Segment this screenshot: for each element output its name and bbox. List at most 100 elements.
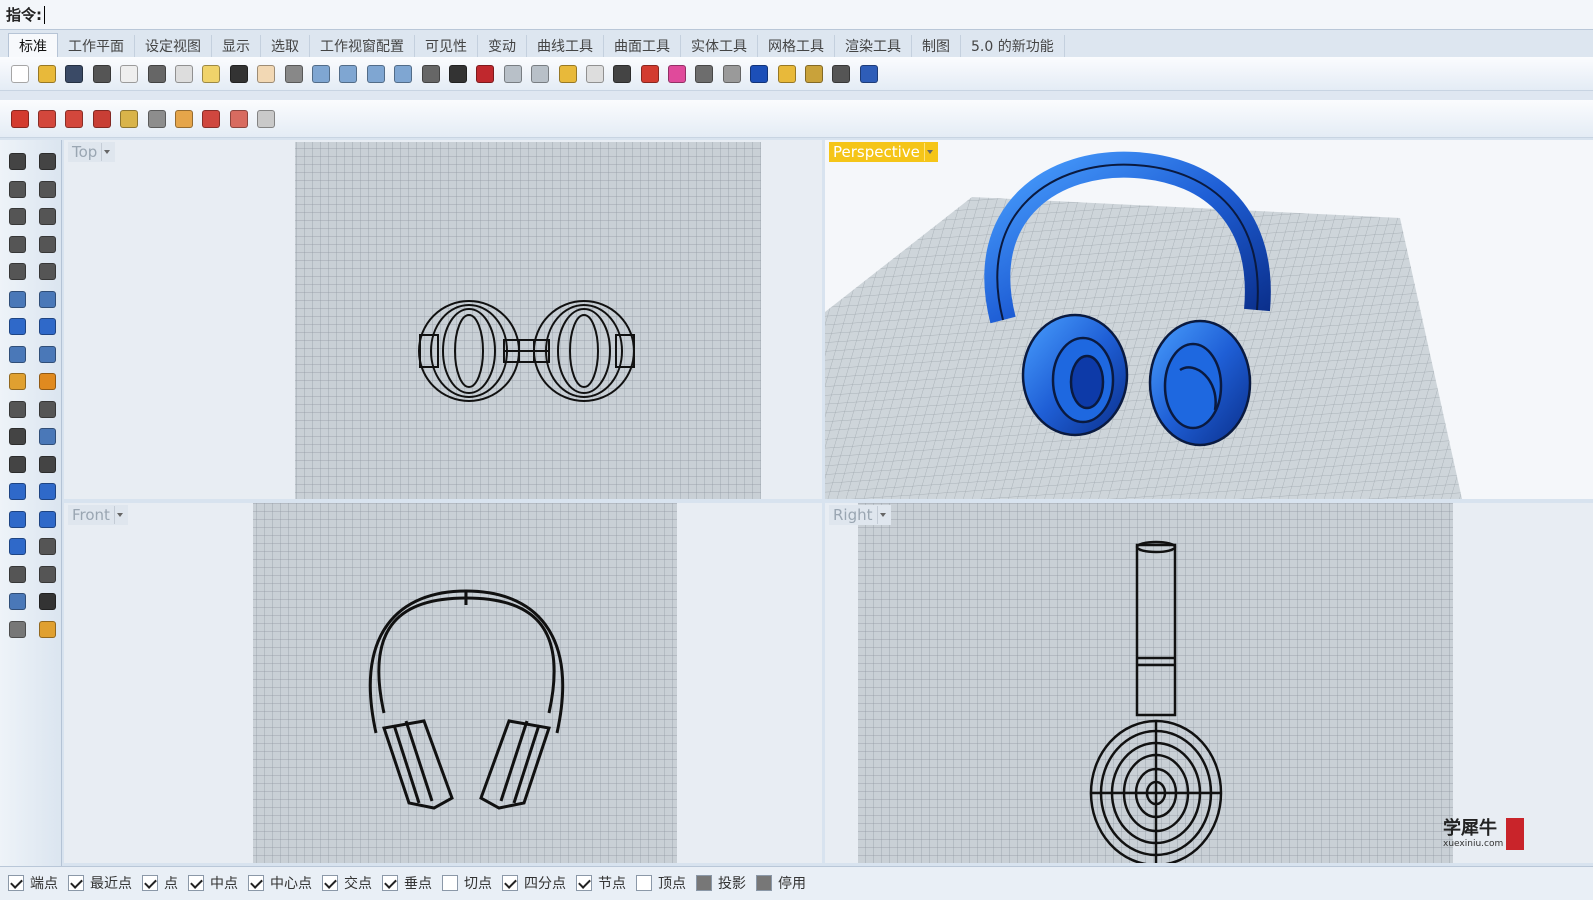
cylinder-icon[interactable]: [3, 341, 31, 369]
tab-11[interactable]: 网格工具: [758, 35, 835, 57]
viewport-layout-icon[interactable]: [444, 61, 471, 87]
snap-checkbox[interactable]: [322, 875, 338, 891]
viewport-title-right[interactable]: Right: [829, 505, 891, 525]
render-tool-icon[interactable]: [3, 616, 31, 644]
fillet-curve-icon[interactable]: [33, 258, 61, 286]
grid-points-icon[interactable]: [33, 533, 61, 561]
snap-toggle-2[interactable]: 点: [142, 873, 178, 893]
snap-toggle-10[interactable]: 顶点: [636, 873, 686, 893]
paste-icon[interactable]: [198, 61, 225, 87]
zoom-dynamic-icon[interactable]: [307, 61, 334, 87]
move-view-icon[interactable]: [280, 61, 307, 87]
layer-copy-icon[interactable]: [225, 106, 252, 132]
layer-match-icon[interactable]: [170, 106, 197, 132]
viewport-top[interactable]: Top: [64, 140, 822, 499]
explode-icon[interactable]: [33, 368, 61, 396]
snap-checkbox[interactable]: [576, 875, 592, 891]
snap-toggle-0[interactable]: 端点: [8, 873, 58, 893]
boolean-union-icon[interactable]: [3, 423, 31, 451]
tab-1[interactable]: 工作平面: [58, 35, 135, 57]
select-filter-icon[interactable]: [499, 61, 526, 87]
tab-0[interactable]: 标准: [8, 33, 58, 57]
tab-14[interactable]: 5.0 的新功能: [961, 35, 1065, 57]
surface-points-icon[interactable]: [3, 286, 31, 314]
options-gear-icon[interactable]: [800, 61, 827, 87]
viewport-title-front[interactable]: Front: [68, 505, 128, 525]
shaded-sphere-icon[interactable]: [691, 61, 718, 87]
lock-icon[interactable]: [609, 61, 636, 87]
boolean-split-icon[interactable]: [33, 423, 61, 451]
copy-icon[interactable]: [170, 61, 197, 87]
polyline-icon[interactable]: [3, 176, 31, 204]
snap-checkbox[interactable]: [636, 875, 652, 891]
print-icon[interactable]: [88, 61, 115, 87]
tab-6[interactable]: 可见性: [415, 35, 478, 57]
paint-bucket-icon[interactable]: [33, 616, 61, 644]
tab-7[interactable]: 变动: [478, 35, 527, 57]
box-solid-icon[interactable]: [3, 313, 31, 341]
analyze-icon[interactable]: [3, 588, 31, 616]
layer-off-icon[interactable]: [33, 106, 60, 132]
properties-icon[interactable]: [828, 61, 855, 87]
layer-lamp-off-icon[interactable]: [143, 106, 170, 132]
color-wheel-icon[interactable]: [663, 61, 690, 87]
dimension-tool-icon[interactable]: [33, 506, 61, 534]
tab-13[interactable]: 制图: [912, 35, 961, 57]
snap-toggle-3[interactable]: 中点: [188, 873, 238, 893]
cut-icon[interactable]: [143, 61, 170, 87]
point-edit-icon[interactable]: [554, 61, 581, 87]
save-icon[interactable]: [61, 61, 88, 87]
tab-9[interactable]: 曲面工具: [604, 35, 681, 57]
rendered-sphere-icon[interactable]: [718, 61, 745, 87]
viewport-front[interactable]: Front: [64, 503, 822, 863]
snap-toggle-8[interactable]: 四分点: [502, 873, 566, 893]
snap-toggle-6[interactable]: 垂点: [382, 873, 432, 893]
layer-lamp-icon[interactable]: [116, 106, 143, 132]
snap-checkbox[interactable]: [756, 875, 772, 891]
mesh-plane-icon[interactable]: [33, 341, 61, 369]
tab-8[interactable]: 曲线工具: [527, 35, 604, 57]
snap-checkbox[interactable]: [142, 875, 158, 891]
tab-10[interactable]: 实体工具: [681, 35, 758, 57]
new-file-icon[interactable]: [6, 61, 33, 87]
render-blue-sphere-icon[interactable]: [746, 61, 773, 87]
layer-on-icon[interactable]: [61, 106, 88, 132]
trim-icon[interactable]: [3, 396, 31, 424]
snap-checkbox[interactable]: [382, 875, 398, 891]
snap-toggle-11[interactable]: 投影: [696, 873, 746, 893]
zoom-selected-icon[interactable]: [389, 61, 416, 87]
viewport-title-perspective[interactable]: Perspective: [829, 142, 938, 162]
move-curve-icon[interactable]: [3, 451, 31, 479]
sphere-solid-icon[interactable]: [33, 313, 61, 341]
object-snap-icon[interactable]: [526, 61, 553, 87]
polygon-icon[interactable]: [3, 231, 31, 259]
viewport-title-top[interactable]: Top: [68, 142, 116, 162]
rotate-curve-icon[interactable]: [33, 451, 61, 479]
light-bulb-icon[interactable]: [581, 61, 608, 87]
dimension-icon[interactable]: [773, 61, 800, 87]
array-icon[interactable]: [3, 506, 31, 534]
chevron-down-icon[interactable]: [876, 506, 887, 524]
surface-loft-icon[interactable]: [33, 286, 61, 314]
rotate-view-icon[interactable]: [417, 61, 444, 87]
snap-checkbox[interactable]: [68, 875, 84, 891]
snap-toggle-1[interactable]: 最近点: [68, 873, 132, 893]
align-icon[interactable]: [33, 561, 61, 589]
ellipse-icon[interactable]: [33, 203, 61, 231]
select-arrow-icon[interactable]: [3, 148, 31, 176]
chevron-down-icon[interactable]: [113, 506, 124, 524]
page-setup-icon[interactable]: [116, 61, 143, 87]
tab-2[interactable]: 设定视图: [135, 35, 212, 57]
snap-checkbox[interactable]: [248, 875, 264, 891]
help-icon[interactable]: [855, 61, 882, 87]
tab-4[interactable]: 选取: [261, 35, 310, 57]
snap-toggle-7[interactable]: 切点: [442, 873, 492, 893]
car-render-icon[interactable]: [472, 61, 499, 87]
point-grid-icon[interactable]: [3, 561, 31, 589]
undo-icon[interactable]: [225, 61, 252, 87]
rectangle-icon[interactable]: [33, 231, 61, 259]
split-icon[interactable]: [33, 396, 61, 424]
tab-5[interactable]: 工作视窗配置: [310, 35, 415, 57]
checkmark-icon[interactable]: [33, 588, 61, 616]
zoom-extents-icon[interactable]: [362, 61, 389, 87]
